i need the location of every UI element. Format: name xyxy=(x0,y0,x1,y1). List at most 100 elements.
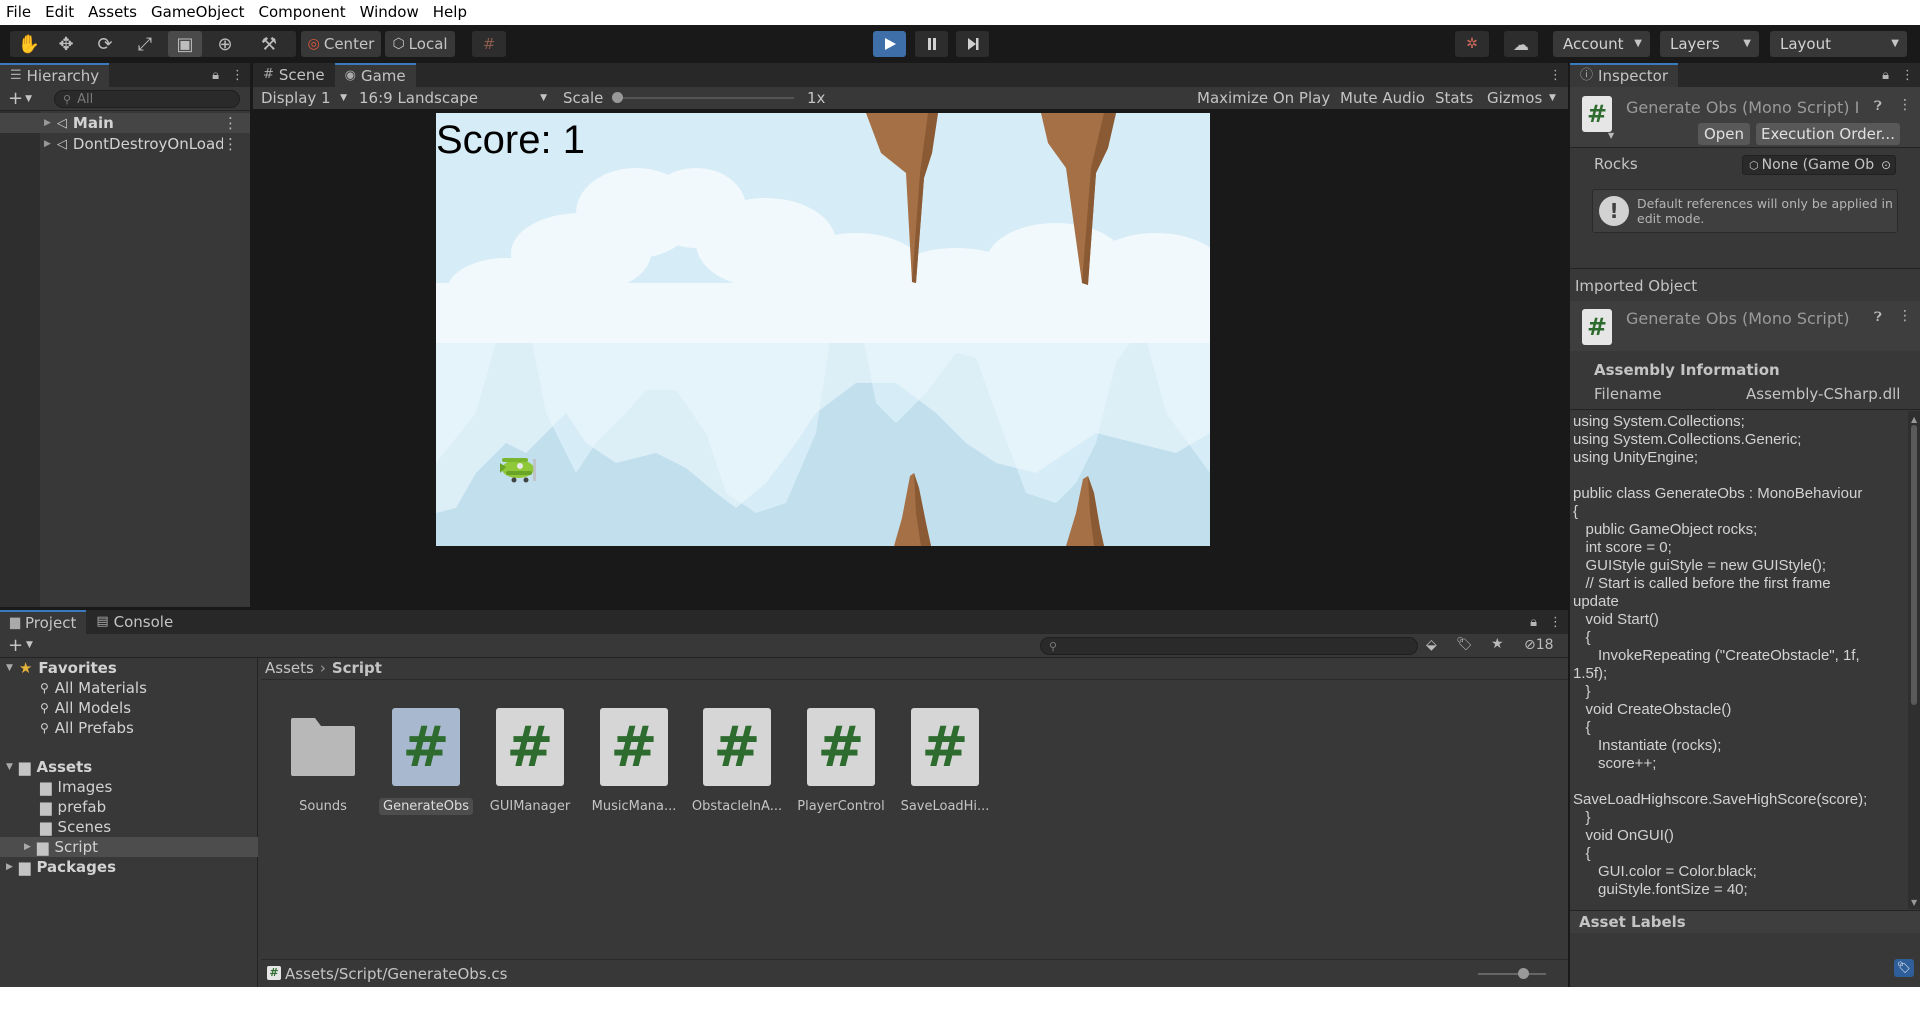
more-icon[interactable]: ⋮ xyxy=(1549,615,1562,630)
menu-help[interactable]: Help xyxy=(426,0,474,25)
scale-slider-handle[interactable] xyxy=(612,92,623,103)
pivot-center-button[interactable]: ◎ Center xyxy=(301,31,381,57)
breadcrumb-script[interactable]: Script xyxy=(332,659,382,677)
more-icon[interactable]: ⋮ xyxy=(223,114,238,132)
mute-audio-button[interactable]: Mute Audio xyxy=(1334,87,1431,109)
grid-snap-icon[interactable]: # xyxy=(472,31,506,57)
lock-icon[interactable]: 🔒︎ xyxy=(1882,68,1889,83)
aspect-dropdown[interactable]: 16:9 Landscape ▼ xyxy=(353,87,553,109)
pivot-local-button[interactable]: ⬡ Local xyxy=(385,31,455,57)
breadcrumb-assets[interactable]: Assets xyxy=(265,659,314,677)
menu-gameobject[interactable]: GameObject xyxy=(144,0,252,25)
asset-tile-saveloadhighscore[interactable]: # SaveLoadHi... xyxy=(897,708,993,818)
chevron-right-icon[interactable]: ▶ xyxy=(24,842,31,852)
collab-icon[interactable]: ✲ xyxy=(1455,31,1489,57)
account-dropdown[interactable]: Account ▼ xyxy=(1553,31,1650,57)
cloud-icon[interactable]: ☁ xyxy=(1504,31,1538,57)
execution-order-button[interactable]: Execution Order... xyxy=(1756,123,1900,145)
more-icon[interactable]: ⋮ xyxy=(1549,68,1562,83)
pause-button[interactable] xyxy=(915,31,948,57)
more-icon[interactable]: ⋮ xyxy=(1898,308,1912,324)
chevron-down-icon[interactable]: ▼ xyxy=(6,663,13,673)
project-search-input[interactable]: ⚲ xyxy=(1040,637,1418,655)
help-icon[interactable]: ❓︎ xyxy=(1874,99,1882,114)
tab-game[interactable]: ◉ Game xyxy=(334,63,416,87)
menu-component[interactable]: Component xyxy=(252,0,353,25)
tree-item-all-materials[interactable]: ⚲ All Materials xyxy=(0,678,258,698)
chevron-down-icon[interactable]: ▼ xyxy=(6,762,13,772)
more-icon[interactable]: ⋮ xyxy=(231,68,244,83)
menu-edit[interactable]: Edit xyxy=(38,0,81,25)
stats-button[interactable]: Stats xyxy=(1429,87,1479,109)
tree-item-scenes[interactable]: ▆ Scenes xyxy=(0,817,258,837)
tree-item-all-models[interactable]: ⚲ All Models xyxy=(0,698,258,718)
step-button[interactable] xyxy=(956,31,989,57)
asset-labels-header[interactable]: Asset Labels xyxy=(1570,911,1920,933)
gizmos-button[interactable]: Gizmos xyxy=(1481,87,1548,109)
chevron-right-icon[interactable]: ▶ xyxy=(6,862,13,872)
hidden-packages-button[interactable]: ⊘18 xyxy=(1524,637,1554,653)
hierarchy-search-input[interactable]: ⚲ All xyxy=(54,90,240,108)
display-dropdown[interactable]: Display 1 ▼ xyxy=(255,87,353,109)
tree-item-assets[interactable]: ▼ ▆ Assets xyxy=(0,757,258,777)
asset-tile-musicmanager[interactable]: # MusicMana... xyxy=(586,708,682,818)
tab-console[interactable]: ▤ Console xyxy=(86,610,183,634)
add-icon[interactable]: + xyxy=(8,88,23,109)
rocks-object-field[interactable]: ⬡ None (Game Ob ⊙ xyxy=(1742,155,1896,175)
tree-item-packages[interactable]: ▶ ▆ Packages xyxy=(0,857,258,877)
tree-item-images[interactable]: ▆ Images xyxy=(0,777,258,797)
rotate-tool-icon[interactable]: ⟳ xyxy=(88,31,122,57)
slider-handle[interactable] xyxy=(1518,968,1529,979)
chevron-down-icon[interactable]: ▼ xyxy=(1911,898,1917,907)
tab-project[interactable]: ▆ Project xyxy=(0,610,87,634)
rect-tool-icon[interactable]: ▣ xyxy=(168,31,202,57)
menu-assets[interactable]: Assets xyxy=(81,0,144,25)
move-tool-icon[interactable]: ✥ xyxy=(49,31,83,57)
scale-slider[interactable] xyxy=(612,92,794,103)
asset-tile-sounds[interactable]: Sounds xyxy=(275,708,371,818)
asset-tile-guimanager[interactable]: # GUIManager xyxy=(482,708,578,818)
code-scrollbar[interactable]: ▲ ▼ xyxy=(1908,411,1920,909)
menu-file[interactable]: File xyxy=(0,0,38,25)
more-icon[interactable]: ⋮ xyxy=(1901,68,1914,83)
lock-icon[interactable]: 🔒︎ xyxy=(1530,615,1537,630)
more-icon[interactable]: ⋮ xyxy=(1898,97,1912,113)
asset-tile-playercontrol[interactable]: # PlayerControl xyxy=(793,708,889,818)
custom-tool-icon[interactable]: ⚒ xyxy=(252,31,286,57)
hierarchy-item-dontdestroyonload[interactable]: ▶ ◁ DontDestroyOnLoad ⋮ xyxy=(0,134,250,154)
help-icon[interactable]: ❓︎ xyxy=(1874,310,1882,325)
chevron-down-icon[interactable]: ▼ xyxy=(25,94,32,104)
layout-dropdown[interactable]: Layout ▼ xyxy=(1770,31,1907,57)
play-button[interactable] xyxy=(873,31,906,57)
object-picker-icon[interactable]: ⊙ xyxy=(1880,158,1891,172)
tab-hierarchy[interactable]: ☰ Hierarchy xyxy=(0,63,110,87)
chevron-right-icon[interactable]: ▶ xyxy=(44,118,51,128)
chevron-down-icon[interactable]: ▼ xyxy=(1549,87,1556,109)
tree-item-prefab[interactable]: ▆ prefab xyxy=(0,797,258,817)
hierarchy-item-main[interactable]: ▶ ◁ Main ⋮ xyxy=(0,113,250,133)
tree-item-favorites[interactable]: ▼ ★ Favorites xyxy=(0,658,258,678)
tree-item-script[interactable]: ▶ ▆ Script xyxy=(0,837,258,857)
filter-label-icon[interactable]: 🏷︎ xyxy=(1456,637,1473,652)
favorite-star-icon[interactable]: ★ xyxy=(1491,636,1504,652)
hand-tool-icon[interactable]: ✋ xyxy=(12,31,46,57)
open-button[interactable]: Open xyxy=(1698,123,1750,145)
add-icon[interactable]: + xyxy=(8,635,23,656)
more-icon[interactable]: ⋮ xyxy=(223,135,238,153)
layers-dropdown[interactable]: Layers ▼ xyxy=(1660,31,1759,57)
chevron-down-icon[interactable]: ▼ xyxy=(26,640,33,650)
filter-type-icon[interactable]: ⬙ xyxy=(1426,637,1437,653)
lock-icon[interactable]: 🔒︎ xyxy=(212,68,219,83)
tag-icon[interactable]: 🏷︎ xyxy=(1894,959,1914,977)
tab-inspector[interactable]: ⓘ Inspector xyxy=(1570,63,1678,87)
chevron-down-icon[interactable]: ▼ xyxy=(1608,131,1614,140)
tree-item-all-prefabs[interactable]: ⚲ All Prefabs xyxy=(0,718,258,738)
maximize-on-play-button[interactable]: Maximize On Play xyxy=(1191,87,1336,109)
game-canvas[interactable]: Score: 1 xyxy=(436,113,1210,546)
scrollbar-thumb[interactable] xyxy=(1911,425,1917,705)
asset-tile-generateobs[interactable]: # GenerateObs xyxy=(378,708,474,818)
icon-size-slider[interactable] xyxy=(1478,968,1546,979)
scale-tool-icon[interactable]: ⤢ xyxy=(128,31,162,57)
chevron-right-icon[interactable]: ▶ xyxy=(44,139,51,149)
menu-window[interactable]: Window xyxy=(353,0,426,25)
